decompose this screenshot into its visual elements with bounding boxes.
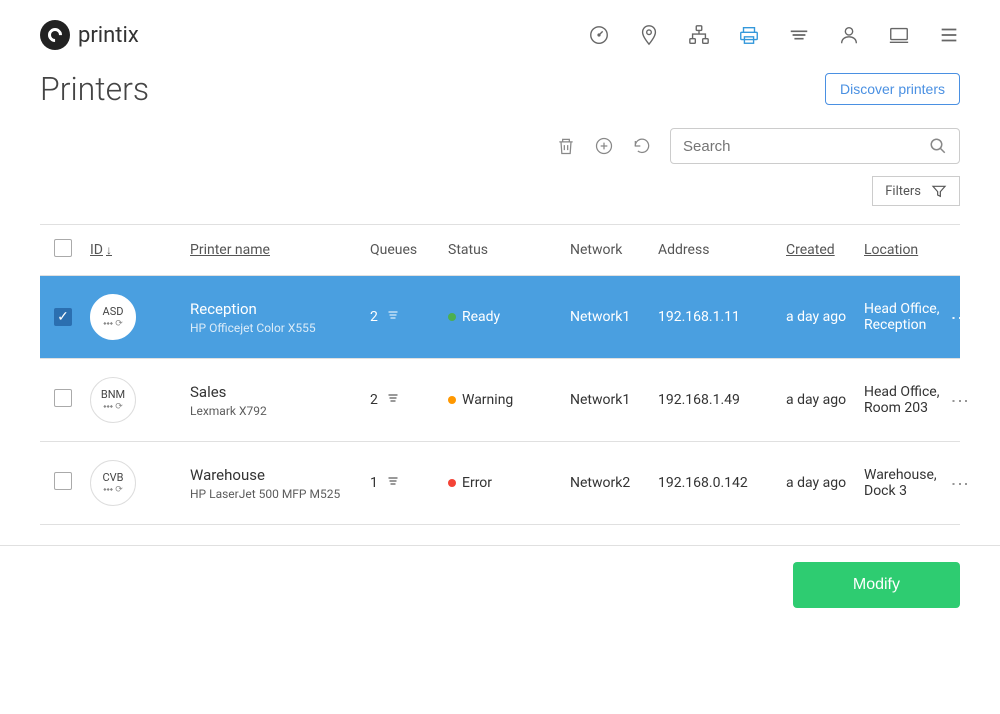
table-row[interactable]: BNM⬩⬩⬩ ⟳ Sales Lexmark X792 2 Warning Net… bbox=[40, 359, 960, 442]
column-network: Network bbox=[570, 242, 658, 258]
sort-arrow-down-icon: ↓ bbox=[106, 243, 112, 257]
filters-label: Filters bbox=[885, 184, 921, 199]
search-icon bbox=[929, 137, 947, 155]
location-cell: Head Office, Reception bbox=[864, 301, 949, 333]
printer-features-icon: ⬩⬩⬩ ⟳ bbox=[103, 485, 123, 495]
brand-logo[interactable]: printix bbox=[40, 20, 139, 50]
queue-count: 2 bbox=[370, 392, 378, 408]
printer-badge: CVB⬩⬩⬩ ⟳ bbox=[90, 460, 136, 506]
printers-table: ID ↓ Printer name Queues Status Network … bbox=[40, 224, 960, 525]
printer-name: Warehouse bbox=[190, 466, 370, 484]
brand-name: printix bbox=[78, 23, 139, 48]
more-options-icon[interactable]: ⋮ bbox=[949, 392, 979, 408]
table-row[interactable]: CVB⬩⬩⬩ ⟳ Warehouse HP LaserJet 500 MFP M5… bbox=[40, 442, 960, 525]
column-printer-name[interactable]: Printer name bbox=[190, 242, 370, 258]
created-cell: a day ago bbox=[786, 392, 864, 408]
column-created[interactable]: Created bbox=[786, 242, 864, 258]
printer-features-icon: ⬩⬩⬩ ⟳ bbox=[103, 319, 123, 329]
queue-icon bbox=[384, 392, 402, 408]
printer-features-icon: ⬩⬩⬩ ⟳ bbox=[103, 402, 123, 412]
table-row[interactable]: ✓ ASD⬩⬩⬩ ⟳ Reception HP Officejet Color X… bbox=[40, 276, 960, 359]
printer-badge: BNM⬩⬩⬩ ⟳ bbox=[90, 377, 136, 423]
column-id[interactable]: ID ↓ bbox=[90, 242, 190, 258]
modify-button[interactable]: Modify bbox=[793, 562, 960, 608]
status-text: Ready bbox=[462, 309, 500, 325]
queue-icon bbox=[384, 309, 402, 325]
location-cell: Warehouse, Dock 3 bbox=[864, 467, 949, 499]
queue-count: 2 bbox=[370, 309, 378, 325]
queues-icon[interactable] bbox=[788, 24, 810, 46]
printers-icon[interactable] bbox=[738, 24, 760, 46]
row-checkbox[interactable] bbox=[54, 389, 72, 407]
status-dot-icon bbox=[448, 313, 456, 321]
network-cell: Network2 bbox=[570, 475, 658, 491]
page-title: Printers bbox=[40, 70, 149, 108]
filters-button[interactable]: Filters bbox=[872, 176, 960, 206]
refresh-icon[interactable] bbox=[632, 136, 652, 156]
printer-model: HP LaserJet 500 MFP M525 bbox=[190, 487, 370, 501]
queue-icon bbox=[384, 475, 402, 491]
printer-name: Reception bbox=[190, 300, 370, 318]
column-address: Address bbox=[658, 242, 786, 258]
network-icon[interactable] bbox=[688, 24, 710, 46]
more-options-icon[interactable]: ⋮ bbox=[949, 475, 979, 491]
filter-icon bbox=[931, 183, 947, 199]
column-location[interactable]: Location bbox=[864, 242, 949, 258]
more-options-icon[interactable]: ⋮ bbox=[949, 309, 979, 325]
add-icon[interactable] bbox=[594, 136, 614, 156]
address-cell: 192.168.1.49 bbox=[658, 392, 786, 408]
row-checkbox[interactable]: ✓ bbox=[54, 308, 72, 326]
queue-count: 1 bbox=[370, 475, 378, 491]
status-dot-icon bbox=[448, 479, 456, 487]
network-cell: Network1 bbox=[570, 309, 658, 325]
printer-name: Sales bbox=[190, 383, 370, 401]
address-cell: 192.168.0.142 bbox=[658, 475, 786, 491]
table-header: ID ↓ Printer name Queues Status Network … bbox=[40, 225, 960, 276]
discover-printers-button[interactable]: Discover printers bbox=[825, 73, 960, 105]
status-text: Error bbox=[462, 475, 492, 491]
dashboard-icon[interactable] bbox=[588, 24, 610, 46]
user-icon[interactable] bbox=[838, 24, 860, 46]
select-all-checkbox[interactable] bbox=[54, 239, 72, 257]
row-checkbox[interactable] bbox=[54, 472, 72, 490]
printer-badge: ASD⬩⬩⬩ ⟳ bbox=[90, 294, 136, 340]
search-box[interactable] bbox=[670, 128, 960, 164]
printer-model: Lexmark X792 bbox=[190, 404, 370, 418]
column-queues: Queues bbox=[370, 242, 448, 258]
computer-icon[interactable] bbox=[888, 24, 910, 46]
search-input[interactable] bbox=[683, 138, 929, 155]
delete-icon[interactable] bbox=[556, 136, 576, 156]
address-cell: 192.168.1.11 bbox=[658, 309, 786, 325]
logo-icon bbox=[40, 20, 70, 50]
network-cell: Network1 bbox=[570, 392, 658, 408]
status-text: Warning bbox=[462, 392, 513, 408]
printer-model: HP Officejet Color X555 bbox=[190, 321, 370, 335]
created-cell: a day ago bbox=[786, 475, 864, 491]
menu-icon[interactable] bbox=[938, 24, 960, 46]
created-cell: a day ago bbox=[786, 309, 864, 325]
column-status: Status bbox=[448, 242, 570, 258]
location-icon[interactable] bbox=[638, 24, 660, 46]
status-dot-icon bbox=[448, 396, 456, 404]
location-cell: Head Office, Room 203 bbox=[864, 384, 949, 416]
